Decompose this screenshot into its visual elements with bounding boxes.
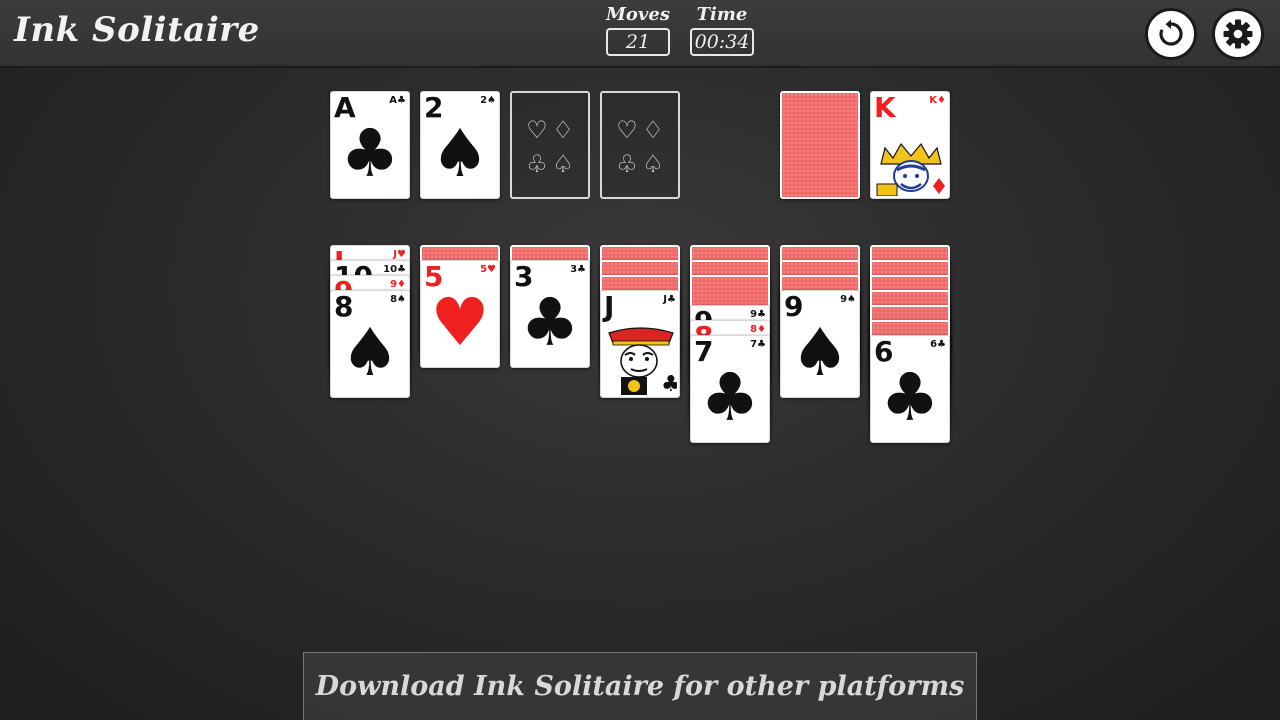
download-banner-text: Download Ink Solitaire for other platfor… xyxy=(315,671,965,702)
club-outline-icon: ♧ xyxy=(616,150,638,178)
spade-outline-icon: ♤ xyxy=(552,150,574,178)
card-suit-pip: ♠ xyxy=(430,115,490,192)
top-bar: Ink Solitaire Moves 21 Time 00:34 xyxy=(0,0,1280,68)
slot-suit-icons: ♡ ♢ ♧ ♤ xyxy=(512,93,588,197)
moves-counter: Moves 21 xyxy=(606,4,670,56)
card-corner-index: K♦ xyxy=(929,95,946,106)
slot-suit-icons: ♡ ♢ ♧ ♤ xyxy=(602,93,678,197)
card-suit-pip: ♠ xyxy=(790,314,850,391)
gear-icon xyxy=(1223,19,1253,49)
card-corner-index: 8♠ xyxy=(390,294,406,305)
king-portrait-icon xyxy=(876,142,945,196)
card-rank: J xyxy=(604,290,615,323)
moves-value: 21 xyxy=(606,28,670,56)
card-suit-pip: ♣ xyxy=(700,359,760,436)
time-value: 00:34 xyxy=(690,28,754,56)
card-corner-index: 7♣ xyxy=(750,339,766,350)
app-logo: Ink Solitaire xyxy=(14,10,260,50)
foundation-1-card[interactable]: A A♣ ♣ xyxy=(330,91,410,199)
card-corner-index: 10♣ xyxy=(383,264,406,275)
time-label: Time xyxy=(696,4,748,25)
card-suit-pip: ♥ xyxy=(430,284,490,361)
jack-portrait-icon: ♣ xyxy=(608,327,677,395)
diamond-outline-icon: ♢ xyxy=(642,116,664,144)
card-suit-pip: ♣ xyxy=(340,115,400,192)
foundation-4-empty-slot[interactable]: ♡ ♢ ♧ ♤ xyxy=(600,91,680,199)
tableau-2-top-card[interactable]: 5 5♥ ♥ xyxy=(420,260,500,368)
foundation-3-empty-slot[interactable]: ♡ ♢ ♧ ♤ xyxy=(510,91,590,199)
card-suit-pip: ♣ xyxy=(520,284,580,361)
download-banner[interactable]: Download Ink Solitaire for other platfor… xyxy=(303,652,977,720)
spade-outline-icon: ♤ xyxy=(642,150,664,178)
restart-button[interactable] xyxy=(1145,8,1197,60)
card-suit-pip: ♠ xyxy=(340,314,400,391)
moves-label: Moves xyxy=(606,4,670,25)
tableau-5-top-card[interactable]: 7 7♣ ♣ xyxy=(690,335,770,443)
card-rank: K xyxy=(874,91,896,124)
card-corner-index: 2♠ xyxy=(480,95,496,106)
stock-pile[interactable] xyxy=(780,91,860,199)
card-suit-pip: ♣ xyxy=(880,359,940,436)
time-counter: Time 00:34 xyxy=(690,4,754,56)
club-outline-icon: ♧ xyxy=(526,150,548,178)
tableau-4-top-card[interactable]: J J♣ ♣ xyxy=(600,290,680,398)
tableau-7-top-card[interactable]: 6 6♣ ♣ xyxy=(870,335,950,443)
card-corner-index: J♥ xyxy=(393,249,406,260)
card-corner-index: 5♥ xyxy=(480,264,496,275)
tableau-3-top-card[interactable]: 3 3♣ ♣ xyxy=(510,260,590,368)
heart-outline-icon: ♡ xyxy=(616,116,638,144)
card-corner-index: J♣ xyxy=(663,294,676,305)
card-corner-index: 8♦ xyxy=(750,324,766,335)
card-corner-index: 3♣ xyxy=(570,264,586,275)
waste-pile-card[interactable]: K K♦ xyxy=(870,91,950,199)
foundation-2-card[interactable]: 2 2♠ ♠ xyxy=(420,91,500,199)
card-corner-index: A♣ xyxy=(389,95,406,106)
card-corner-index: 9♣ xyxy=(750,309,766,320)
svg-text:♣: ♣ xyxy=(661,372,677,395)
restart-icon xyxy=(1159,19,1183,46)
tableau-1-top-card[interactable]: 8 8♠ ♠ xyxy=(330,290,410,398)
diamond-outline-icon: ♢ xyxy=(552,116,574,144)
settings-button[interactable] xyxy=(1212,8,1264,60)
card-corner-index: 9♠ xyxy=(840,294,856,305)
heart-outline-icon: ♡ xyxy=(526,116,548,144)
tableau-6-top-card[interactable]: 9 9♠ ♠ xyxy=(780,290,860,398)
card-corner-index: 6♣ xyxy=(930,339,946,350)
card-corner-index: 9♦ xyxy=(390,279,406,290)
